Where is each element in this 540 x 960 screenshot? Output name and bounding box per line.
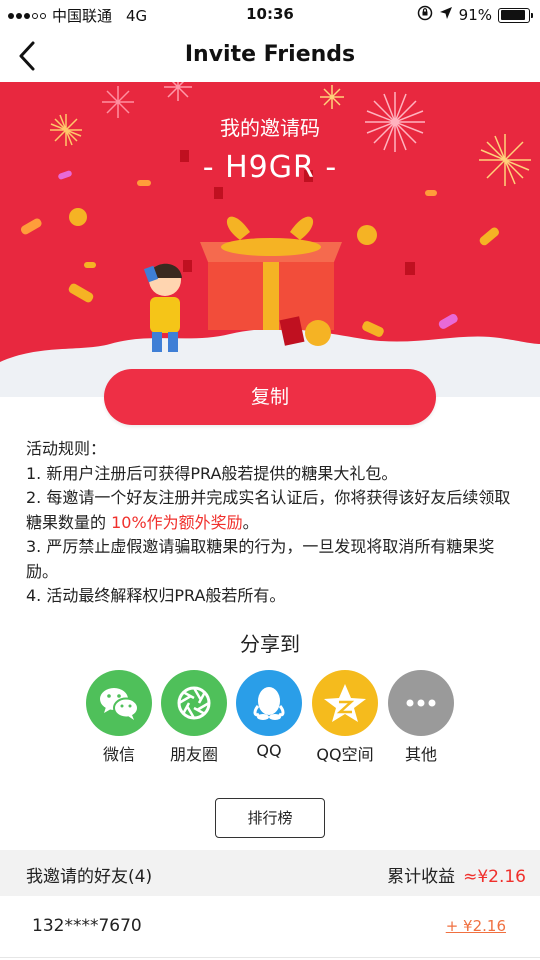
share-moments-label: 朋友圈 xyxy=(169,745,218,764)
friends-count-label: 我邀请的好友(4) xyxy=(26,867,153,887)
share-options: 微信 朋友圈 QQ QQ空间 其他 xyxy=(0,670,540,770)
rules-section: 活动规则： 1. 新用户注册后可获得PRA般若提供的糖果大礼包。 2. 每邀请一… xyxy=(26,437,518,609)
wechat-icon xyxy=(86,670,152,736)
status-right: 91% xyxy=(417,5,533,25)
gift-box-icon xyxy=(200,216,342,346)
ranking-button[interactable]: 排行榜 xyxy=(215,798,325,838)
more-icon xyxy=(388,670,454,736)
rule-item-3: 3. 严厉禁止虚假邀请骗取糖果的行为，一旦发现将取消所有糖果奖励。 xyxy=(26,537,495,581)
total-earnings-amount: ≈¥2.16 xyxy=(463,867,526,887)
invite-code-title: 我的邀请码 xyxy=(220,116,320,140)
share-qq-label: QQ xyxy=(256,741,282,760)
share-title: 分享到 xyxy=(240,632,300,656)
battery-percent: 91% xyxy=(458,6,492,24)
share-wechat-label: 微信 xyxy=(102,745,135,764)
rotation-lock-icon xyxy=(417,5,433,25)
moments-icon xyxy=(161,670,227,736)
total-earnings-label: 累计收益 xyxy=(387,867,456,887)
rule-item-2-highlight: 10%作为额外奖励 xyxy=(111,512,243,532)
share-qq-button[interactable]: QQ xyxy=(231,670,307,760)
nav-bar: Invite Friends xyxy=(0,30,540,82)
rule-item-4: 4. 活动最终解释权归PRA般若所有。 xyxy=(26,586,286,605)
share-more-label: 其他 xyxy=(404,745,437,764)
qzone-icon xyxy=(312,670,378,736)
invite-code: - H9GR - xyxy=(202,150,338,185)
page-title: Invite Friends xyxy=(184,42,356,67)
rule-item-2-suffix: 。 xyxy=(242,512,259,532)
share-qzone-button[interactable]: QQ空间 xyxy=(307,670,383,765)
location-icon xyxy=(439,6,453,24)
battery-icon xyxy=(498,7,533,23)
share-moments-button[interactable]: 朋友圈 xyxy=(156,670,232,765)
rules-heading: 活动规则： xyxy=(26,439,107,458)
rule-item-2-text: 2. 每邀请一个好友注册并完成实名认证后，你将获得该好友后续领取糖果数量的 xyxy=(26,488,511,532)
copy-code-button[interactable]: 复制 xyxy=(104,369,436,425)
invite-banner: 我的邀请码 - H9GR - xyxy=(0,82,540,397)
friend-phone: 132****7670 xyxy=(32,916,142,936)
rule-item-2: 2. 每邀请一个好友注册并完成实名认证后，你将获得该好友后续领取糖果数量的 10… xyxy=(26,486,518,535)
friend-reward: + ¥2.16 xyxy=(445,917,506,935)
total-earnings: 累计收益 ≈¥2.16 xyxy=(387,862,526,887)
rule-item-1: 1. 新用户注册后可获得PRA般若提供的糖果大礼包。 xyxy=(26,463,398,483)
share-qzone-label: QQ空间 xyxy=(316,745,374,764)
share-more-button[interactable]: 其他 xyxy=(383,670,459,765)
status-bar: 中国联通 4G 10:36 91% xyxy=(0,0,540,30)
friends-header: 我邀请的好友(4) 累计收益 ≈¥2.16 xyxy=(0,850,540,896)
share-wechat-button[interactable]: 微信 xyxy=(81,670,157,765)
qq-icon xyxy=(236,670,302,736)
friend-row: 132****7670 + ¥2.16 xyxy=(0,898,540,958)
